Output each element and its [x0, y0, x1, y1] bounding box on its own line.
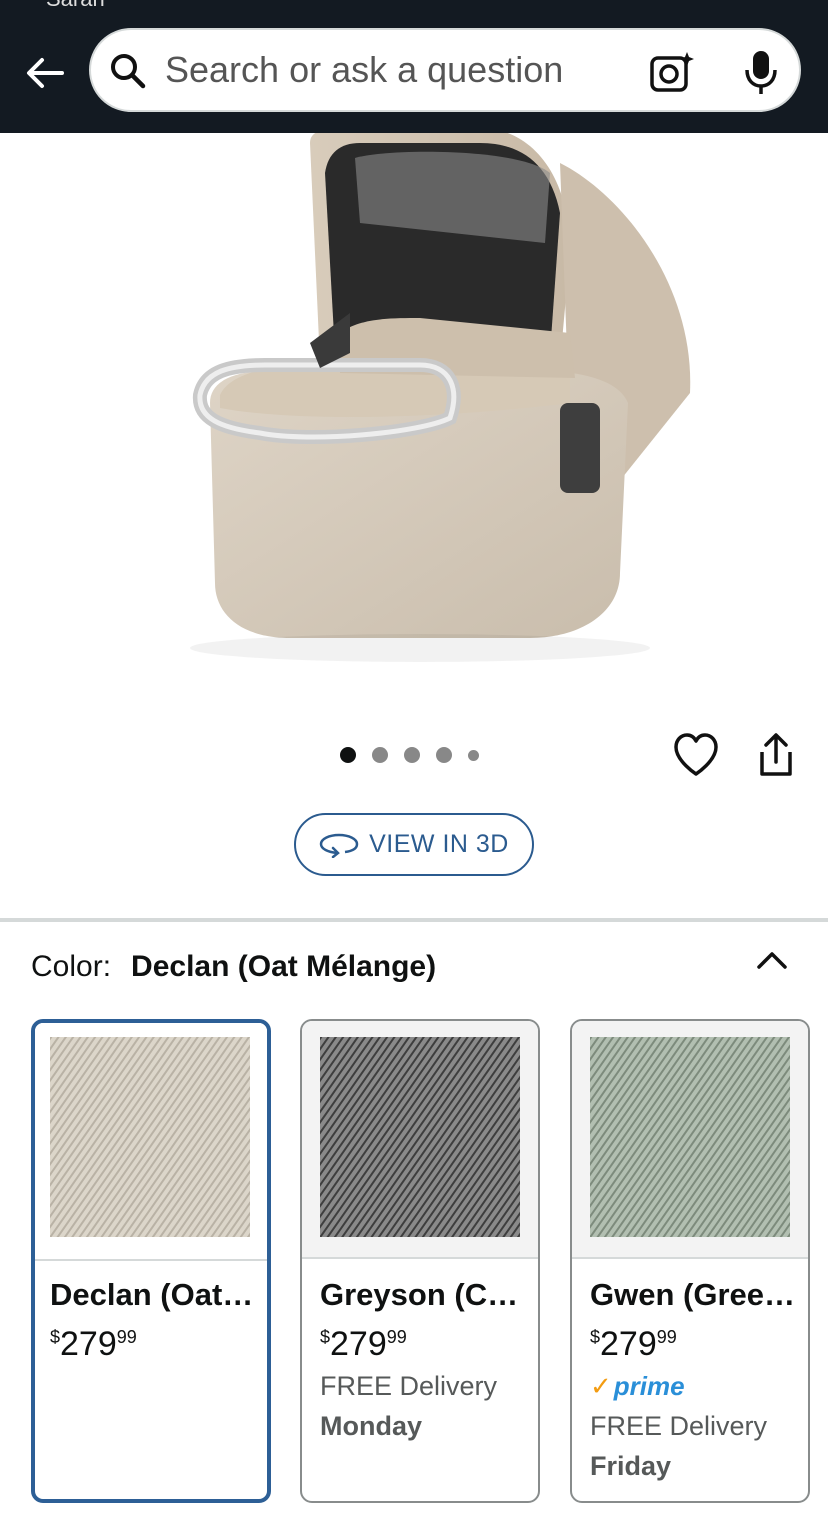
swatch-thumb-area — [302, 1021, 538, 1259]
search-icon — [111, 54, 146, 89]
swatch-thumb-area — [35, 1023, 267, 1261]
view-in-3d-button[interactable]: VIEW IN 3D — [294, 813, 534, 876]
back-arrow-icon[interactable] — [22, 50, 68, 96]
color-option-card-greyson[interactable]: Greyson (Charcoal Mélange) $27999 FREE D… — [300, 1019, 540, 1503]
carousel-dot[interactable] — [404, 747, 420, 763]
product-image[interactable] — [150, 133, 710, 693]
share-icon[interactable] — [754, 732, 798, 778]
camera-search-icon[interactable] — [649, 50, 695, 94]
color-label: Color: — [31, 950, 112, 983]
carousel-dot[interactable] — [468, 749, 479, 761]
status-bar-text: Sarah — [46, 0, 105, 12]
option-price: $27999 — [50, 1325, 137, 1363]
swatch-image — [50, 1037, 250, 1237]
search-input[interactable] — [165, 44, 615, 96]
delivery-text: FREE Delivery — [320, 1371, 498, 1401]
swatch-image — [590, 1037, 790, 1237]
swatch-image — [320, 1037, 520, 1237]
color-option-card-gwen[interactable]: Gwen (Green Mélange) $27999 ✓prime FREE … — [570, 1019, 810, 1503]
section-divider — [0, 918, 828, 922]
color-variation-header: Color: Declan (Oat Mélange) — [31, 950, 436, 984]
swatch-thumb-area — [572, 1021, 808, 1259]
option-price: $27999 — [590, 1325, 677, 1363]
selected-color-value: Declan (Oat Mélange) — [131, 950, 437, 983]
carousel-dot[interactable] — [436, 747, 452, 763]
view-in-3d-label: VIEW IN 3D — [369, 830, 509, 858]
delivery-day: Friday — [590, 1451, 672, 1481]
delivery-day: Monday — [320, 1411, 423, 1441]
carousel-dot[interactable] — [340, 747, 356, 763]
rotate-3d-icon — [319, 833, 359, 858]
image-carousel-indicator[interactable] — [340, 747, 495, 763]
option-name: Gwen (Green Mélange) — [590, 1277, 796, 1312]
option-price: $27999 — [320, 1325, 407, 1363]
top-bar: Sarah — [0, 0, 828, 133]
carousel-dot[interactable] — [372, 747, 388, 763]
microphone-icon[interactable] — [741, 48, 781, 96]
option-name: Declan (Oat Mélange) — [50, 1277, 256, 1312]
color-option-card-declan[interactable]: Declan (Oat Mélange) $27999 — [31, 1019, 271, 1503]
delivery-text: FREE Delivery — [590, 1411, 768, 1441]
prime-badge: ✓ prime — [590, 1370, 685, 1401]
prime-check-icon: ✓ — [590, 1370, 612, 1401]
heart-icon[interactable] — [672, 732, 720, 778]
option-name: Greyson (Charcoal Mélange) — [320, 1277, 526, 1312]
search-bar[interactable] — [89, 28, 801, 112]
chevron-up-icon[interactable] — [754, 943, 790, 975]
